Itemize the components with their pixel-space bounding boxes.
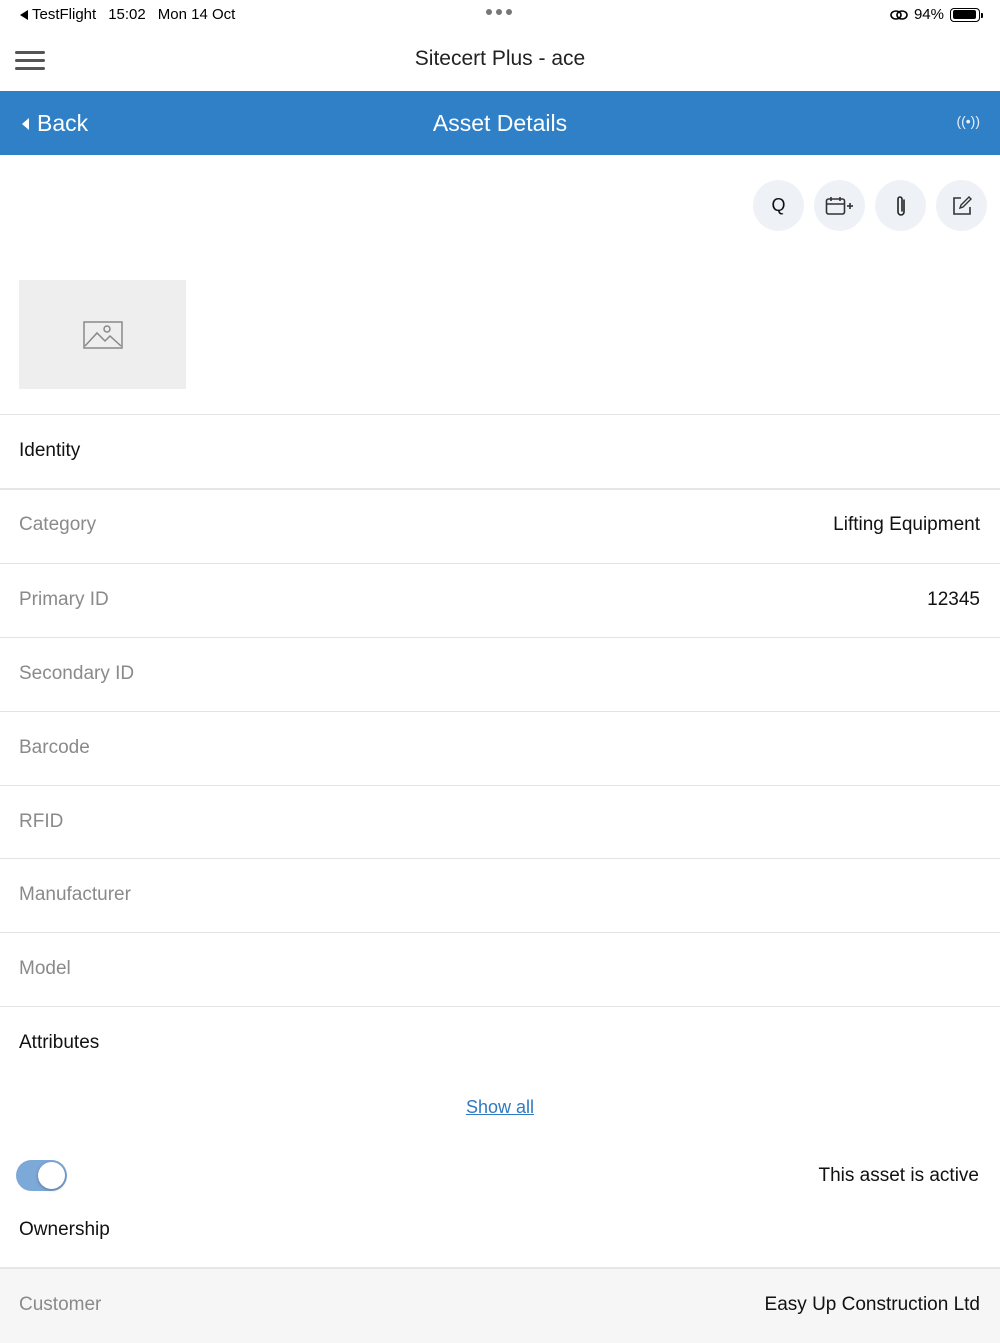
search-button[interactable]: Q xyxy=(753,180,804,231)
app-header: Sitecert Plus - ace xyxy=(0,30,1000,91)
status-bar: TestFlight 15:02 Mon 14 Oct 94% xyxy=(0,0,1000,30)
app-title: Sitecert Plus - ace xyxy=(414,47,586,70)
toggle-knob xyxy=(38,1162,65,1189)
field-label: Primary ID xyxy=(19,589,109,610)
back-app-label: TestFlight xyxy=(32,6,97,23)
status-time: 15:02 xyxy=(108,6,146,23)
active-toggle-label: This asset is active xyxy=(818,1165,980,1186)
rfid-scan-icon[interactable]: ((•)) xyxy=(956,113,980,129)
identity-section-header: Identity xyxy=(0,414,1000,488)
battery-percent: 94% xyxy=(913,6,944,23)
battery-icon xyxy=(950,7,983,22)
search-icon: Q xyxy=(771,195,786,215)
edit-button[interactable] xyxy=(936,180,987,231)
field-row-manufacturer[interactable]: Manufacturer xyxy=(0,858,1000,932)
field-row-barcode[interactable]: Barcode xyxy=(0,711,1000,785)
back-to-app-link[interactable]: TestFlight xyxy=(20,6,96,23)
field-label: RFID xyxy=(19,811,64,832)
attributes-section-header: Attributes xyxy=(0,1006,1000,1066)
show-all-container: Show all xyxy=(0,1097,1000,1118)
status-date: Mon 14 Oct xyxy=(157,6,236,23)
page-title: Asset Details xyxy=(432,110,568,136)
calendar-add-icon xyxy=(825,196,853,215)
back-arrow-icon xyxy=(20,9,28,20)
field-label: Model xyxy=(19,958,71,979)
field-value: 12345 xyxy=(927,589,980,610)
field-row-model[interactable]: Model xyxy=(0,932,1000,1006)
section-title-ownership: Ownership xyxy=(19,1219,110,1240)
field-row-customer[interactable]: Customer Easy Up Construction Ltd xyxy=(0,1269,1000,1343)
field-row-rfid[interactable]: RFID xyxy=(0,785,1000,859)
field-label: Customer xyxy=(19,1294,102,1315)
image-icon xyxy=(82,320,123,349)
active-toggle[interactable] xyxy=(16,1160,67,1191)
asset-image-placeholder[interactable] xyxy=(19,280,186,389)
field-label: Secondary ID xyxy=(19,663,135,684)
field-label: Manufacturer xyxy=(19,884,131,905)
field-value: Easy Up Construction Ltd xyxy=(764,1294,980,1315)
section-title-identity: Identity xyxy=(19,440,81,461)
field-row-category[interactable]: Category Lifting Equipment xyxy=(0,489,1000,563)
show-all-link[interactable]: Show all xyxy=(466,1097,534,1117)
link-icon xyxy=(890,9,908,20)
edit-icon xyxy=(952,195,972,215)
attachments-button[interactable] xyxy=(875,180,926,231)
navigation-bar: Back Asset Details ((•)) xyxy=(0,91,1000,155)
field-row-primary-id[interactable]: Primary ID 12345 xyxy=(0,563,1000,637)
field-label: Category xyxy=(19,514,97,535)
multitasking-dots-icon[interactable] xyxy=(486,9,512,15)
section-title-attributes: Attributes xyxy=(19,1032,100,1053)
field-label: Barcode xyxy=(19,737,90,758)
field-value: Lifting Equipment xyxy=(833,514,980,535)
action-toolbar: Q xyxy=(753,180,987,231)
schedule-button[interactable] xyxy=(814,180,865,231)
field-row-secondary-id[interactable]: Secondary ID xyxy=(0,637,1000,711)
paperclip-icon xyxy=(896,195,905,216)
